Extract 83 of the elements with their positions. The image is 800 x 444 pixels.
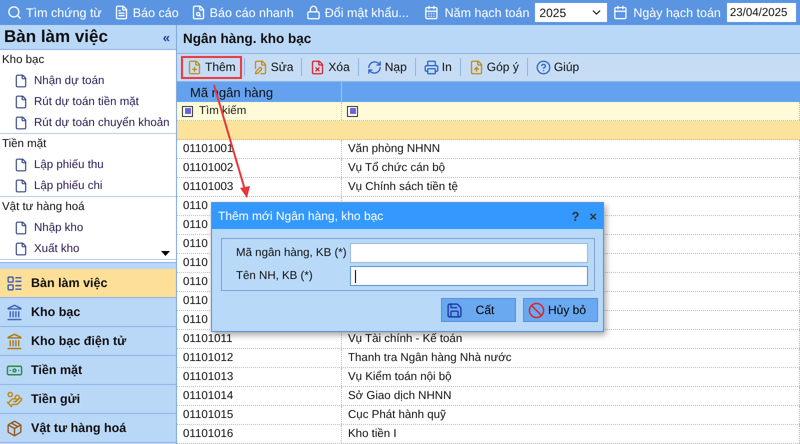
bank-icon [6, 332, 23, 350]
bank-icon [6, 304, 23, 320]
search-icon [7, 5, 22, 20]
table-cell: Thanh tra Ngân hàng Nhà nước [342, 349, 800, 367]
printer-icon [424, 60, 439, 75]
calendar-icon [612, 5, 628, 20]
file-icon [14, 74, 28, 88]
group-label: Kho bạc [1, 53, 46, 68]
sidebar-item[interactable]: Rút dự toán tiền mặt [0, 91, 176, 112]
file-delete-icon [310, 60, 326, 75]
table-cell: Vụ Tổ chức cán bộ [342, 159, 800, 177]
nav-button[interactable]: Bàn làm việc [0, 269, 176, 298]
panel-title: Ngân hàng. kho bạc [177, 25, 800, 54]
group-label: Vật tư hàng hoá [1, 200, 86, 215]
group-label: Tiền mặt [1, 137, 48, 152]
nav-button[interactable]: Tiền mặt [0, 356, 176, 385]
table-cell: Văn phòng NHNN [342, 140, 800, 158]
table-cell: 01101015 [177, 406, 342, 424]
table-cell: Vụ Kiểm toán nội bộ [342, 368, 800, 386]
table-cell: 01101012 [177, 349, 342, 367]
toolbar-button[interactable]: Nạp [360, 56, 413, 79]
table-cell: 01101013 [177, 368, 342, 386]
sidebar-item[interactable]: Lập phiếu chi [0, 175, 176, 196]
nav-button[interactable]: Kho bạc [0, 298, 176, 327]
hand-coins-icon [6, 390, 23, 408]
filter-checkbox-icon[interactable] [182, 106, 193, 116]
file-upload-icon [468, 60, 484, 75]
refresh-icon [366, 60, 382, 75]
table-cell: Vụ Chính sách tiền tệ [342, 178, 800, 196]
close-button[interactable]: × [589, 208, 597, 224]
toolbar-button[interactable]: Thêm [181, 56, 242, 79]
save-icon [446, 302, 463, 318]
text-cursor [355, 270, 356, 282]
nav-button[interactable]: Tiền gửi [0, 385, 176, 414]
date-label: Ngày hạch toán [633, 6, 721, 20]
input-field[interactable] [350, 266, 588, 286]
table-cell: 01101002 [177, 159, 342, 177]
file-icon [14, 116, 28, 130]
file-icon [14, 94, 28, 108]
list-icon [6, 274, 23, 292]
nav-button[interactable]: Vật tư hàng hoá [0, 414, 176, 443]
table-cell: Cục Phát hành quỹ [342, 406, 800, 424]
file-icon [14, 158, 28, 172]
file-pen-icon [252, 60, 268, 75]
cancel-icon [528, 302, 545, 318]
date-field[interactable]: 23/04/2025 [726, 3, 796, 22]
input-field[interactable] [350, 243, 588, 263]
dialog-button[interactable]: Hủy bỏ [523, 298, 598, 322]
document-icon [114, 5, 129, 20]
collapse-button[interactable]: « [162, 30, 170, 44]
sidebar-item[interactable]: Lập phiếu thu [0, 154, 176, 175]
toolbar-button[interactable]: Góp ý [462, 56, 525, 79]
help-button[interactable]: ? [571, 208, 580, 224]
scroll-down-icon[interactable] [161, 251, 170, 256]
package-icon [6, 420, 23, 436]
table-cell: Sở Giao dịch NHNN [342, 387, 800, 405]
toolbar-button[interactable]: Xóa [304, 56, 356, 79]
table-cell: 01101014 [177, 387, 342, 405]
sidebar-item[interactable]: Nhập kho [0, 217, 176, 238]
lock-icon [306, 5, 321, 20]
toolbar-button[interactable]: Giúp [530, 56, 586, 79]
filter-checkbox-icon[interactable] [347, 106, 358, 116]
nav-button[interactable]: Kho bạc điện tử [0, 327, 176, 356]
dialog-button[interactable]: Cất [441, 298, 516, 322]
table-cell: 01101016 [177, 425, 342, 443]
sidebar-item[interactable]: Rút dự toán chuyển khoản [0, 112, 176, 133]
table-cell: Kho tiền I [342, 425, 800, 443]
sidebar-item[interactable]: Nhận dự toán [0, 70, 176, 91]
toolbar-button[interactable]: Sửa [246, 56, 300, 79]
file-icon [14, 242, 28, 256]
sidebar-title: Bàn làm việc [4, 27, 108, 47]
field-label: Tên NH, KB (*) [235, 270, 313, 282]
year-select[interactable]: 2025 [535, 3, 607, 22]
calendar-icon [424, 5, 439, 20]
year-label: Năm hạch toán [444, 6, 530, 20]
file-plus-icon [187, 60, 202, 75]
search-placeholder[interactable]: Tìm kiếm [199, 105, 246, 117]
toolbar-button[interactable]: In [418, 56, 458, 79]
help-icon [536, 60, 551, 75]
file-icon [14, 178, 28, 192]
document-search-icon [190, 5, 206, 20]
sidebar-item[interactable]: Xuất kho [0, 238, 176, 259]
file-icon [14, 220, 28, 234]
